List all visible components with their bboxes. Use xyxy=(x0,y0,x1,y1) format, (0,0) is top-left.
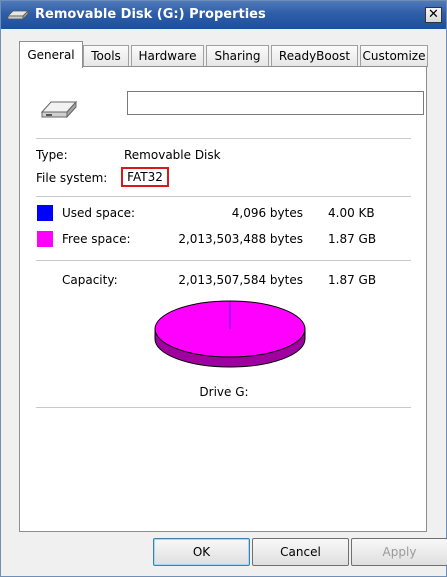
general-tab-panel: Type: Removable Disk File system: FAT32 … xyxy=(19,66,427,532)
drive-name-input[interactable] xyxy=(127,91,424,115)
capacity-bytes: 2,013,507,584 bytes xyxy=(178,273,303,287)
used-space-label: Used space: xyxy=(62,206,136,220)
removable-disk-icon xyxy=(7,10,29,20)
free-space-size: 1.87 GB xyxy=(328,232,377,246)
tab-hardware[interactable]: Hardware xyxy=(131,45,204,67)
tab-customize[interactable]: Customize xyxy=(360,45,428,67)
tab-general[interactable]: General xyxy=(19,41,83,68)
used-space-swatch xyxy=(37,205,53,221)
type-value: Removable Disk xyxy=(124,148,221,162)
file-system-value: FAT32 xyxy=(121,167,169,187)
free-space-bytes: 2,013,503,488 bytes xyxy=(178,232,303,246)
capacity-label: Capacity: xyxy=(62,273,118,287)
disk-usage-pie-chart xyxy=(154,300,306,368)
ok-button[interactable]: OK xyxy=(153,538,250,566)
drive-label: Drive G: xyxy=(199,385,249,399)
used-space-size: 4.00 KB xyxy=(328,206,375,220)
apply-button: Apply xyxy=(351,538,447,566)
file-system-label: File system: xyxy=(36,171,108,185)
capacity-size: 1.87 GB xyxy=(328,273,377,287)
used-space-bytes: 4,096 bytes xyxy=(231,206,303,220)
separator xyxy=(36,407,411,408)
tab-sharing[interactable]: Sharing xyxy=(206,45,269,67)
close-icon: ✕ xyxy=(428,7,439,22)
separator xyxy=(36,260,411,261)
properties-window: Removable Disk (G:) Properties ✕ General… xyxy=(0,0,447,577)
tab-readyboost[interactable]: ReadyBoost xyxy=(271,45,358,67)
title-bar[interactable]: Removable Disk (G:) Properties ✕ xyxy=(1,1,446,29)
drive-icon xyxy=(40,100,78,119)
separator xyxy=(36,138,411,139)
close-button[interactable]: ✕ xyxy=(425,7,442,23)
free-space-swatch xyxy=(37,231,53,247)
free-space-label: Free space: xyxy=(62,232,131,246)
separator xyxy=(36,196,411,197)
tab-tools[interactable]: Tools xyxy=(83,45,129,67)
type-label: Type: xyxy=(36,148,68,162)
cancel-button[interactable]: Cancel xyxy=(252,538,349,566)
window-title: Removable Disk (G:) Properties xyxy=(35,7,266,22)
